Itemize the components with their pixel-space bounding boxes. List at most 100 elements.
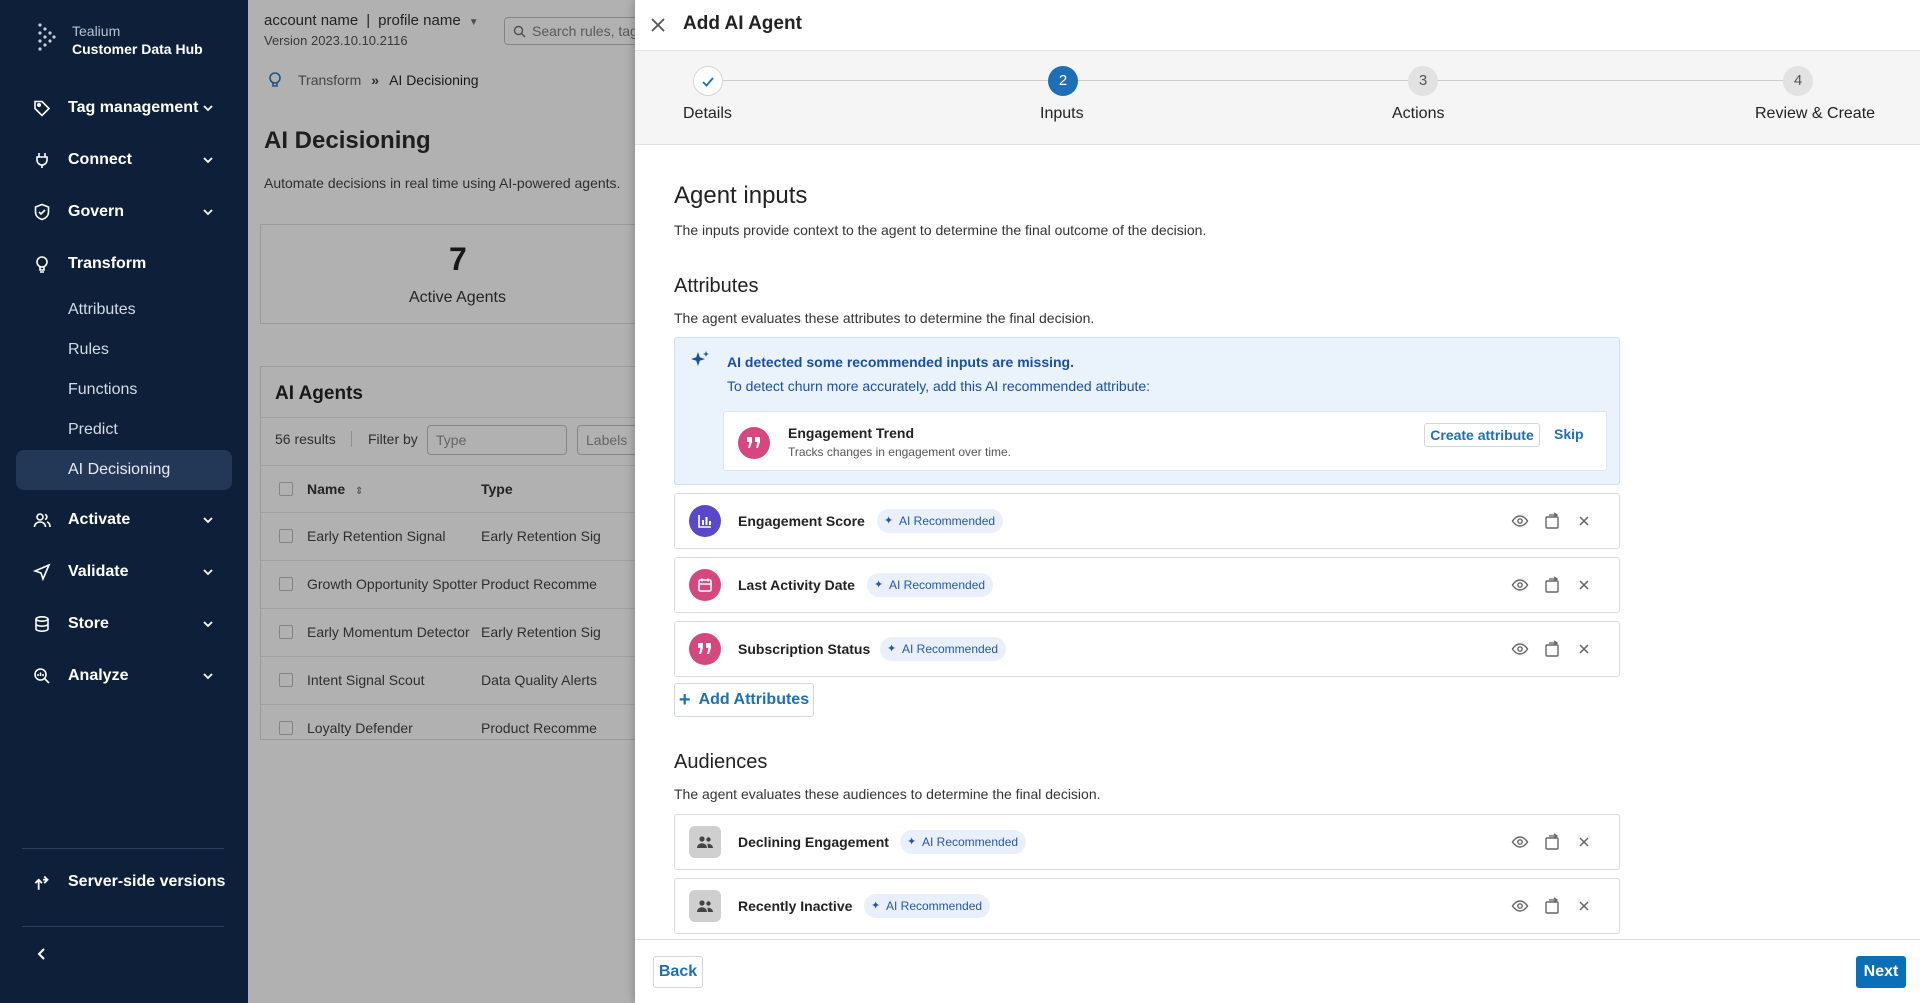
nav-activate[interactable]: Activate [0,494,248,546]
add-attributes-button[interactable]: + Add Attributes [674,683,814,717]
database-icon [32,614,52,634]
chevron-down-icon [203,673,213,680]
eye-icon[interactable] [1511,897,1529,915]
chevron-down-icon [203,209,213,216]
create-attribute-button[interactable]: Create attribute [1424,423,1540,447]
badge-label: AI Recommended [886,899,983,913]
people-icon [689,826,721,858]
magnify-chart-icon [32,666,52,686]
step-connector [1438,80,1783,81]
chevron-down-icon [203,621,213,628]
next-button[interactable]: Next [1856,956,1906,988]
remove-icon[interactable] [1575,640,1593,658]
chevron-down-icon [203,105,213,112]
plug-icon [32,150,52,170]
replace-icon[interactable] [1543,576,1561,594]
sidebar-item-predict[interactable]: Predict [0,410,248,450]
eye-icon[interactable] [1511,640,1529,658]
step-3-circle[interactable]: 3 [1408,66,1438,96]
nav-transform[interactable]: Transform [0,238,248,290]
drawer-title: Add AI Agent [683,13,802,34]
add-attributes-label: Add Attributes [698,691,810,708]
attribute-row: Subscription Status ✦ AI Recommended [674,621,1620,677]
sidebar: Tealium Customer Data Hub Tag management… [0,0,248,1003]
tag-icon [32,98,52,118]
server-side-versions[interactable]: Server-side versions [32,872,225,892]
replace-icon[interactable] [1543,833,1561,851]
audience-name: Declining Engagement [738,834,889,850]
remove-icon[interactable] [1575,576,1593,594]
audience-row: Recently Inactive ✦ AI Recommended [674,878,1620,934]
replace-icon[interactable] [1543,640,1561,658]
step-connector [708,80,1048,81]
step-3-label: Actions [1392,105,1445,122]
step-2-circle[interactable]: 2 [1048,66,1078,96]
nav-analyze[interactable]: Analyze [0,650,248,702]
sparkle-icon: ✦ [907,836,917,848]
quote-icon [738,427,770,459]
ai-recommended-badge: ✦ AI Recommended [877,509,1004,533]
plus-icon: + [678,688,691,711]
main-nav: Tag management Connect Govern Transform … [0,82,248,702]
remove-icon[interactable] [1575,897,1593,915]
ai-recommended-badge: ✦ AI Recommended [900,830,1027,854]
collapse-sidebar-icon[interactable] [34,946,50,962]
nav-label: Validate [68,563,129,580]
wizard-stepper: Details 2 Inputs 3 Actions 4 Review & Cr… [635,51,1920,145]
nav-label: Connect [68,151,132,168]
drawer-footer: Back Next [635,939,1920,1003]
badge-label: AI Recommended [899,514,996,528]
recommended-attribute-card: Engagement Trend Tracks changes in engag… [723,411,1607,471]
eye-icon[interactable] [1511,512,1529,530]
shield-icon [32,202,52,222]
chevron-down-icon [203,569,213,576]
section-description: The inputs provide context to the agent … [674,222,1207,238]
nav-govern[interactable]: Govern [0,186,248,238]
drawer-header: Add AI Agent [635,0,1920,51]
attribute-row: Engagement Score ✦ AI Recommended [674,493,1620,549]
sidebar-item-ai-decisioning[interactable]: AI Decisioning [16,450,232,490]
server-side-label: Server-side versions [68,873,226,890]
nav-store[interactable]: Store [0,598,248,650]
skip-button[interactable]: Skip [1554,426,1584,442]
brand-name: Tealium [72,23,121,39]
step-1-circle[interactable] [693,66,723,96]
tealium-logo-icon [38,23,56,51]
attributes-description: The agent evaluates these attributes to … [674,310,1095,326]
nav-connect[interactable]: Connect [0,134,248,186]
attribute-row: Last Activity Date ✦ AI Recommended [674,557,1620,613]
bar-chart-icon [689,505,721,537]
sparkle-icon: ✦ [887,643,897,655]
step-4-label: Review & Create [1755,105,1876,122]
audiences-title: Audiences [674,751,768,773]
close-icon[interactable] [649,16,667,34]
nav-label: Tag management [68,99,199,116]
nav-label: Govern [68,203,125,220]
step-connector [1078,80,1408,81]
badge-label: AI Recommended [922,835,1019,849]
replace-icon[interactable] [1543,897,1561,915]
eye-icon[interactable] [1511,833,1529,851]
nav-tag-management[interactable]: Tag management [0,82,248,134]
eye-icon[interactable] [1511,576,1529,594]
audience-name: Recently Inactive [738,898,853,914]
replace-icon[interactable] [1543,512,1561,530]
recommended-attribute-name: Engagement Trend [788,425,915,441]
check-icon [702,77,714,87]
back-button[interactable]: Back [653,956,703,988]
sidebar-item-attributes[interactable]: Attributes [0,290,248,330]
sidebar-item-functions[interactable]: Functions [0,370,248,410]
sidebar-item-rules[interactable]: Rules [0,330,248,370]
ai-recommendation-notice: AI detected some recommended inputs are … [674,337,1620,485]
brand-logo[interactable]: Tealium Customer Data Hub [0,0,248,82]
step-1-label: Details [683,105,732,122]
step-4-circle[interactable]: 4 [1783,66,1813,96]
nav-label: Activate [68,511,131,528]
remove-icon[interactable] [1575,512,1593,530]
send-icon [32,562,52,582]
drawer-body: Agent inputs The inputs provide context … [635,145,1920,939]
nav-validate[interactable]: Validate [0,546,248,598]
remove-icon[interactable] [1575,833,1593,851]
sparkle-icon: ✦ [874,579,884,591]
people-icon [689,890,721,922]
